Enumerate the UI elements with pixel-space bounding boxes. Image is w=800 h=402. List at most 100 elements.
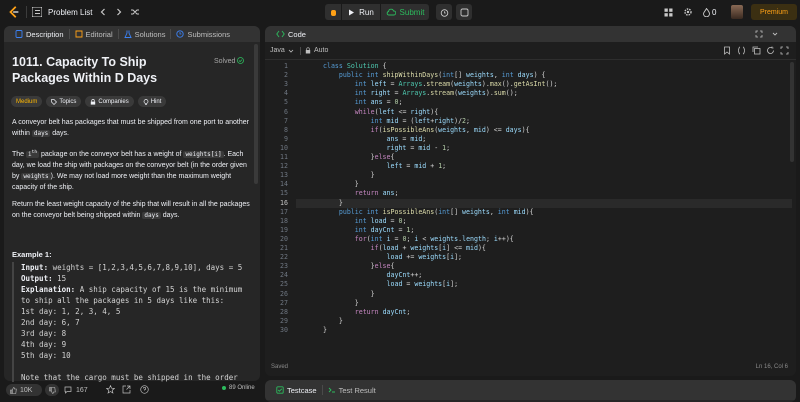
code-line[interactable]: int mid = (left+right)/2;: [323, 117, 470, 126]
debug-button[interactable]: [325, 4, 341, 20]
text: days.: [160, 212, 180, 219]
fullscreen-icon[interactable]: [780, 46, 789, 57]
hint-chip[interactable]: Hint: [137, 96, 167, 107]
code-line[interactable]: class Solution {: [323, 62, 387, 71]
line-number: 7: [284, 116, 288, 125]
like-count: 10K: [20, 386, 33, 394]
code-line[interactable]: }: [323, 317, 343, 326]
code-line[interactable]: return ans;: [323, 189, 399, 198]
code-line[interactable]: }: [323, 326, 327, 335]
tab-code[interactable]: Code: [271, 26, 311, 42]
online-dot: [222, 386, 226, 390]
code-line[interactable]: int load = 0;: [323, 217, 407, 226]
code-line[interactable]: if(load + weights[i] <= mid){: [323, 244, 486, 253]
line-number: 18: [280, 216, 288, 225]
companies-chip[interactable]: Companies: [85, 96, 134, 107]
minimize-icon[interactable]: [771, 30, 779, 40]
share-icon[interactable]: [122, 385, 131, 396]
expand-icon[interactable]: [755, 30, 763, 40]
code-line[interactable]: public int shipWithinDays(int[] weights,…: [323, 71, 546, 80]
tab-label: Description: [26, 29, 64, 39]
code-line[interactable]: right = mid - 1;: [323, 144, 451, 153]
code-line[interactable]: }else{: [323, 262, 395, 271]
line-number: 6: [284, 107, 288, 116]
code-line[interactable]: while(left <= right){: [323, 108, 438, 117]
example-input: weights = [1,2,3,4,5,6,7,8,9,10], days =…: [48, 263, 243, 272]
chevron-left-icon[interactable]: [97, 6, 109, 18]
code-line[interactable]: }else{: [323, 153, 395, 162]
code-line[interactable]: int right = Arrays.stream(weights).sum()…: [323, 89, 518, 98]
gear-icon[interactable]: [682, 6, 694, 18]
code-line[interactable]: return dayCnt;: [323, 308, 411, 317]
line-number: 29: [280, 316, 288, 325]
favorite-star-icon[interactable]: [105, 384, 116, 396]
line-number: 2: [284, 71, 288, 80]
code-line[interactable]: int ans = 0;: [323, 98, 403, 107]
code-editor[interactable]: 1 class Solution { 2 public int shipWithin…: [266, 62, 796, 356]
code-line[interactable]: int dayCnt = 1;: [323, 226, 415, 235]
code-line[interactable]: }: [323, 180, 359, 189]
topics-chip[interactable]: Topics: [46, 96, 82, 107]
code-line[interactable]: load += weights[i];: [323, 253, 463, 262]
alarm-clock-icon[interactable]: [436, 4, 452, 20]
problem-list-link[interactable]: Problem List: [48, 8, 92, 17]
line-number: 19: [280, 225, 288, 234]
language-select[interactable]: Java: [270, 47, 294, 54]
top-bar: Problem List Run Submit 0 Premium: [0, 0, 800, 24]
code-line[interactable]: load = weights[i];: [323, 280, 459, 289]
code-line[interactable]: dayCnt++;: [323, 271, 423, 280]
shuffle-icon[interactable]: [129, 6, 141, 18]
leetcode-logo-icon[interactable]: [7, 5, 21, 19]
text: package on the conveyor belt has a weigh…: [39, 151, 184, 158]
dislike-button[interactable]: [45, 384, 59, 396]
list-icon[interactable]: [31, 6, 43, 18]
line-number: 27: [280, 298, 288, 307]
flask-icon: [123, 30, 132, 38]
line-number: 1: [284, 62, 288, 70]
code-line[interactable]: left = mid + 1;: [323, 162, 447, 171]
text: The: [12, 151, 27, 158]
code-line[interactable]: public int isPossibleAns(int[] weights, …: [323, 208, 534, 217]
avatar[interactable]: [731, 5, 743, 19]
description-icon: [15, 30, 23, 38]
tab-test-result[interactable]: Test Result: [323, 382, 381, 398]
like-button[interactable]: 10K: [6, 384, 42, 396]
tab-label: Test Result: [338, 385, 376, 395]
reset-icon[interactable]: [766, 46, 775, 57]
code-line[interactable]: }: [323, 299, 359, 308]
example-title: Example 1:: [12, 250, 52, 259]
code-line[interactable]: }: [323, 199, 343, 208]
run-button[interactable]: Run: [342, 4, 380, 20]
notes-icon[interactable]: [456, 4, 472, 20]
comments-button[interactable]: 167: [64, 384, 88, 396]
flame-icon[interactable]: [702, 6, 710, 18]
save-status: Saved: [271, 364, 289, 370]
inline-code: ith: [26, 150, 40, 158]
layout-grid-icon[interactable]: [662, 6, 674, 18]
bookmark-icon[interactable]: [723, 46, 731, 57]
line-number: 26: [280, 289, 288, 298]
premium-button[interactable]: Premium: [751, 4, 797, 20]
tab-description[interactable]: Description: [10, 26, 69, 42]
chevron-down-icon: [288, 49, 294, 53]
auto-mode[interactable]: Auto: [305, 47, 328, 54]
example-output: 15: [52, 274, 67, 283]
code-line[interactable]: }: [323, 290, 375, 299]
copy-icon[interactable]: [752, 46, 761, 57]
divider: [300, 47, 301, 55]
description-scrollbar[interactable]: [254, 44, 258, 184]
format-braces-icon[interactable]: [737, 46, 746, 57]
tab-solutions[interactable]: Solutions: [119, 26, 171, 42]
code-line[interactable]: if(isPossibleAns(weights, mid) <= days){: [323, 126, 530, 135]
tab-submissions[interactable]: Submissions: [171, 26, 235, 42]
code-line[interactable]: for(int i = 0; i < weights.length; i++){: [323, 235, 514, 244]
submit-button[interactable]: Submit: [381, 4, 429, 20]
code-line[interactable]: int left = Arrays.stream(weights).max().…: [323, 80, 558, 89]
code-line[interactable]: ans = mid;: [323, 135, 427, 144]
line-number: 3: [284, 80, 288, 89]
help-icon[interactable]: [140, 385, 149, 396]
chevron-right-icon[interactable]: [113, 6, 125, 18]
tab-editorial[interactable]: Editorial: [70, 26, 118, 42]
tab-testcase[interactable]: Testcase: [271, 382, 322, 398]
code-line[interactable]: }: [323, 171, 375, 180]
